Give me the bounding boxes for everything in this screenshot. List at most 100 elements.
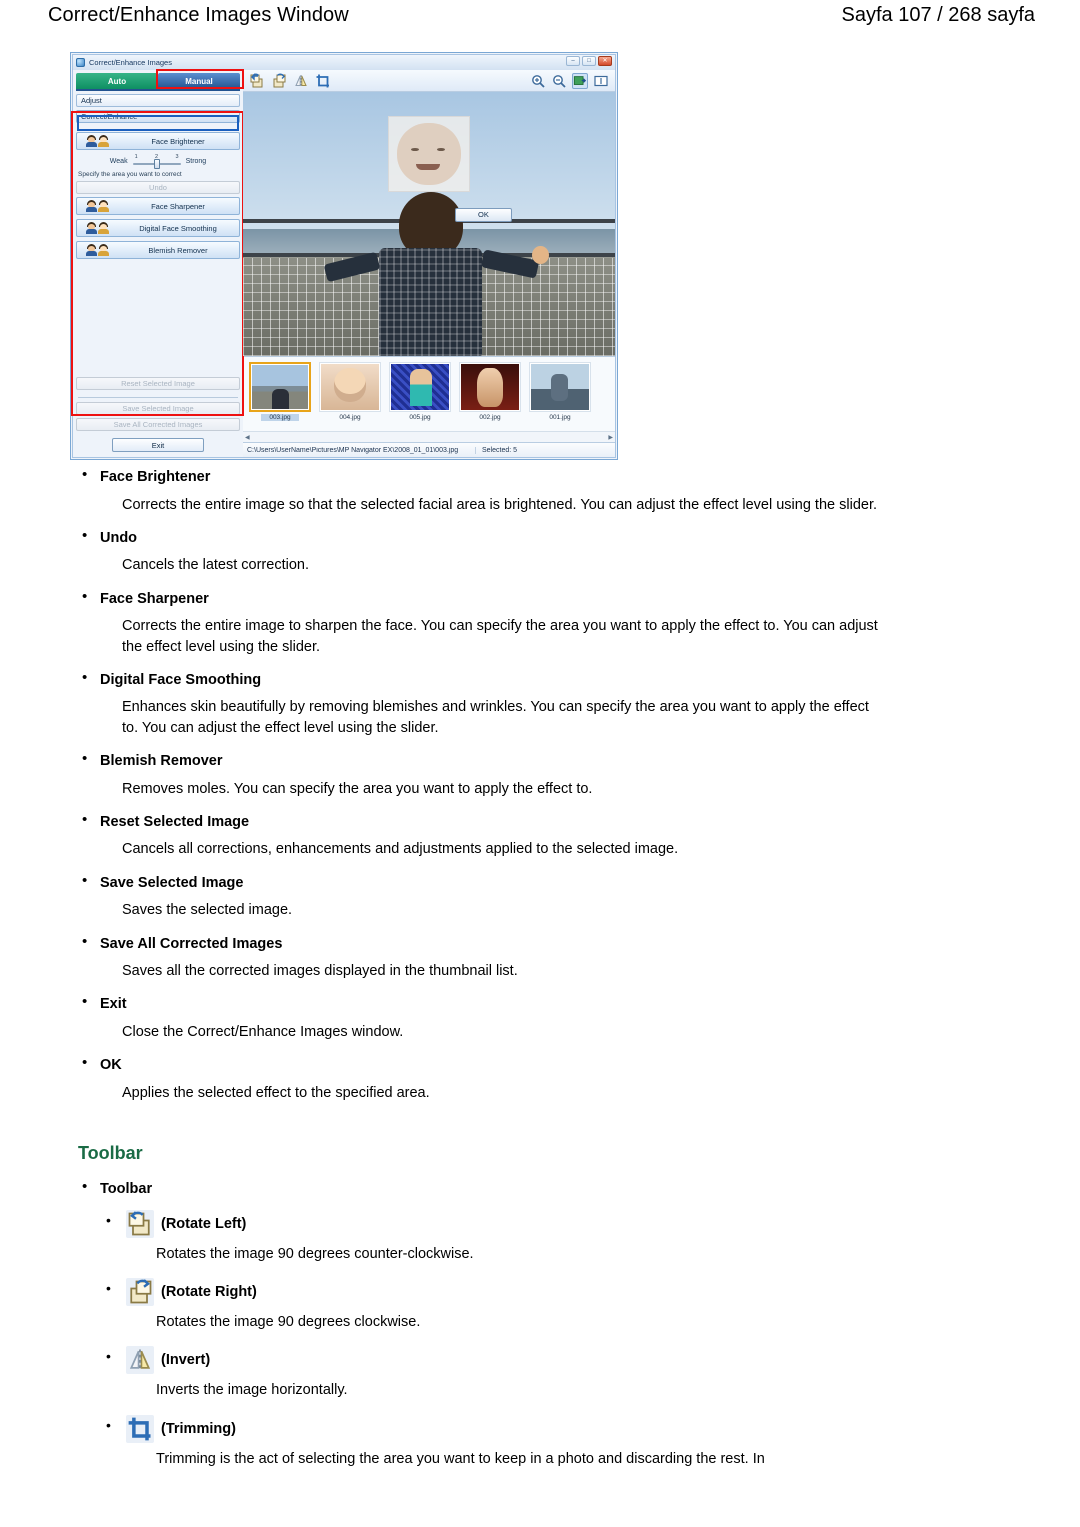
fit-to-screen-icon[interactable] [572, 72, 588, 89]
term-description: Cancels all corrections, enhancements an… [122, 841, 679, 858]
term-label: Toolbar [100, 1181, 153, 1198]
list-item: Face Sharpener Corrects the entire image… [78, 588, 878, 657]
save-all-corrected-images-button[interactable]: Save All Corrected Images [76, 418, 240, 431]
zoom-in-icon[interactable] [530, 73, 546, 89]
status-selected-count: Selected: 5 [475, 446, 615, 454]
reset-selected-image-button[interactable]: Reset Selected Image [76, 377, 240, 390]
list-item: (Invert) Inverts the image horizontally. [100, 1346, 878, 1400]
preview-panel: OK 003.jpg 004.jpg 005.jpg 002.jpg 001.j… [243, 70, 615, 457]
tab-auto[interactable]: Auto [76, 73, 158, 89]
toolbar-definition-list: Toolbar (Rotate Left) [78, 1178, 878, 1469]
term-label: Face Sharpener [100, 590, 209, 607]
face-sharpener-icon [77, 200, 117, 212]
toolbar-item-label: (Invert) [161, 1352, 211, 1369]
term-description: Cancels the latest correction. [122, 557, 309, 574]
term-label: Digital Face Smoothing [100, 671, 262, 688]
list-item: (Rotate Right) Rotates the image 90 degr… [100, 1278, 878, 1332]
panel-tab-adjust[interactable]: Adjust [76, 94, 240, 107]
toolbar-item-description: Inverts the image horizontally. [156, 1382, 348, 1399]
term-description: Saves all the corrected images displayed… [122, 963, 518, 980]
image-preview-canvas[interactable]: OK [243, 92, 615, 356]
thumbnail-caption: 002.jpg [479, 414, 501, 421]
list-item: Blemish Remover Removes moles. You can s… [78, 750, 878, 799]
list-item: Reset Selected Image Cancels all correct… [78, 811, 878, 860]
scroll-right-arrow[interactable]: ▶ [608, 434, 613, 441]
selected-face-area[interactable] [388, 115, 470, 193]
thumbnail-caption: 004.jpg [339, 414, 361, 421]
toolbar-item-rotate-left: (Rotate Left) [126, 1209, 878, 1238]
scroll-left-arrow[interactable]: ◀ [245, 434, 250, 441]
effect-blemish-remover-button[interactable]: Blemish Remover [76, 241, 240, 259]
settings-panel: Auto Manual Adjust Correct/Enhance Face … [71, 69, 244, 457]
effect-label: Face Brightener [151, 136, 205, 146]
undo-button[interactable]: Undo [76, 181, 240, 194]
thumbnail-horizontal-scrollbar[interactable]: ◀ ▶ [243, 431, 615, 442]
page-title: Correct/Enhance Images Window [48, 4, 349, 26]
rotate-left-icon[interactable] [249, 72, 265, 89]
term-description: Applies the selected effect to the speci… [122, 1084, 430, 1101]
save-selected-image-button[interactable]: Save Selected Image [76, 402, 240, 415]
term-description: Enhances skin beautifully by removing bl… [122, 699, 869, 736]
definition-list: Face Brightener Corrects the entire imag… [78, 466, 878, 1103]
section-heading-toolbar: Toolbar [78, 1143, 143, 1164]
rotate-right-icon [126, 1278, 154, 1307]
window-title-bar: Correct/Enhance Images – □ ✕ [73, 55, 615, 70]
exit-button[interactable]: Exit [112, 438, 204, 452]
thumbnail-list: 003.jpg 004.jpg 005.jpg 002.jpg 001.jpg … [243, 356, 615, 442]
effect-level-slider[interactable]: 1 2 3 [132, 154, 181, 169]
term-label: Exit [100, 996, 127, 1013]
effect-face-sharpener-button[interactable]: Face Sharpener [76, 197, 240, 215]
close-button[interactable]: ✕ [598, 56, 612, 66]
digital-face-smoothing-icon [77, 222, 117, 234]
window-body: Auto Manual Adjust Correct/Enhance Face … [71, 69, 615, 457]
rotate-left-icon [126, 1209, 154, 1238]
effect-label: Face Sharpener [151, 201, 205, 211]
maximize-button[interactable]: □ [582, 56, 596, 66]
panel-tab-correct-enhance[interactable]: Correct/Enhance [76, 110, 240, 123]
toolbar-item-trimming: (Trimming) [126, 1414, 878, 1443]
term-label: Undo [100, 529, 138, 546]
toolbar-item-description: Rotates the image 90 degrees counter-clo… [156, 1245, 474, 1262]
list-item[interactable]: 001.jpg [529, 362, 591, 431]
area-hint-text: Specify the area you want to correct [78, 171, 182, 178]
tab-manual[interactable]: Manual [158, 73, 240, 89]
term-description: Corrects the entire image so that the se… [122, 496, 877, 513]
toolbar-item-rotate-right: (Rotate Right) [126, 1278, 878, 1307]
minimize-button[interactable]: – [566, 56, 580, 66]
face-brightener-icon [77, 135, 117, 147]
slider-weak-label: Weak [109, 157, 128, 165]
list-item[interactable]: 004.jpg [319, 362, 381, 431]
zoom-out-icon[interactable] [551, 73, 567, 89]
term-description: Saves the selected image. [122, 902, 293, 919]
toolbar-item-label: (Rotate Right) [161, 1284, 257, 1301]
slider-knob[interactable] [153, 159, 160, 169]
thumbnail-caption: 005.jpg [409, 414, 431, 421]
list-item: (Trimming) Trimming is the act of select… [100, 1414, 878, 1469]
toolbar-item-label: (Trimming) [161, 1420, 236, 1437]
list-item[interactable]: 002.jpg [459, 362, 521, 431]
invert-icon[interactable] [293, 73, 309, 89]
term-label: Face Brightener [100, 469, 211, 485]
ok-button[interactable]: OK [455, 208, 512, 222]
term-label: Save Selected Image [100, 874, 244, 891]
trimming-icon[interactable] [315, 73, 331, 89]
list-item: Face Brightener Corrects the entire imag… [78, 466, 878, 515]
status-bar: C:\Users\UserName\Pictures\MP Navigator … [243, 442, 615, 457]
list-item: Exit Close the Correct/Enhance Images wi… [78, 993, 878, 1042]
correct-enhance-images-window-screenshot: Correct/Enhance Images – □ ✕ Auto Manual… [70, 52, 618, 460]
list-item: Save All Corrected Images Saves all the … [78, 933, 878, 982]
toolbar-item-invert: (Invert) [126, 1346, 878, 1375]
list-item: Save Selected Image Saves the selected i… [78, 872, 878, 921]
list-item[interactable]: 003.jpg [249, 362, 311, 431]
list-item[interactable]: 005.jpg [389, 362, 451, 431]
term-description: Removes moles. You can specify the area … [122, 780, 593, 797]
actual-size-icon[interactable] [593, 73, 609, 89]
effect-label: Digital Face Smoothing [139, 223, 217, 233]
effect-digital-face-smoothing-button[interactable]: Digital Face Smoothing [76, 219, 240, 237]
list-item: (Rotate Left) Rotates the image 90 degre… [100, 1209, 878, 1264]
thumbnail-caption: 001.jpg [549, 414, 571, 421]
effect-face-brightener-button[interactable]: Face Brightener [76, 132, 240, 150]
page-header: Correct/Enhance Images Window Sayfa 107 … [0, 0, 1080, 34]
rotate-right-icon[interactable] [271, 73, 287, 89]
blemish-remover-icon [77, 244, 117, 256]
